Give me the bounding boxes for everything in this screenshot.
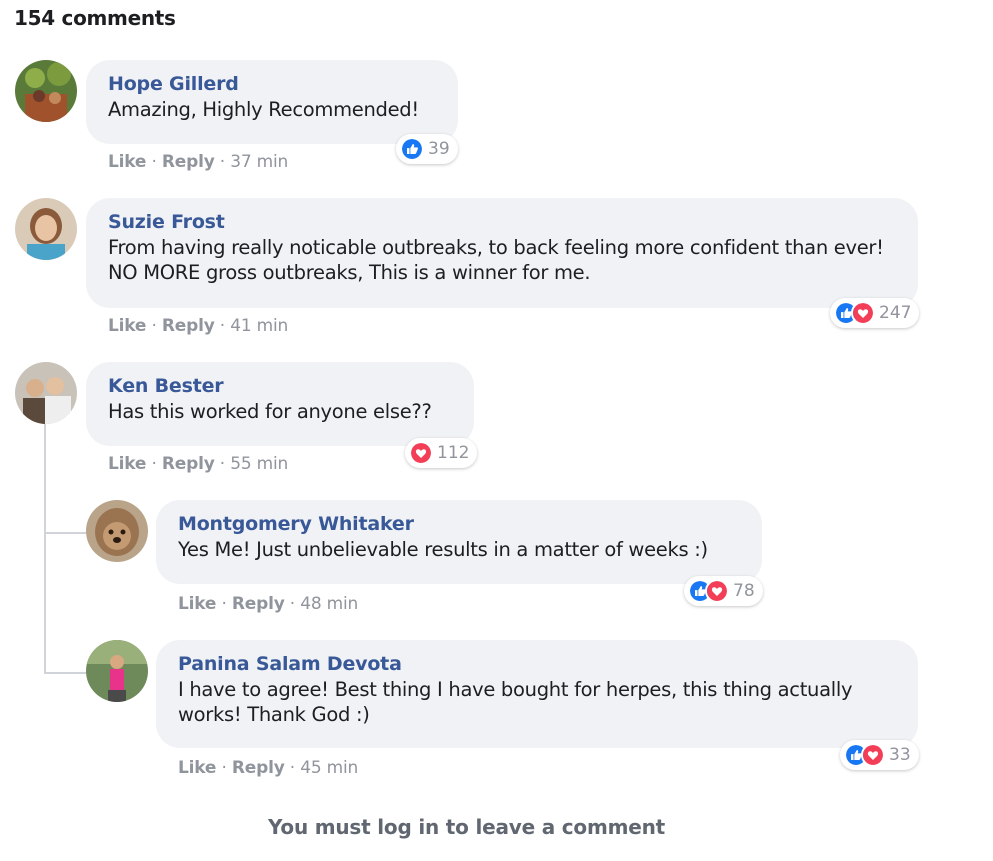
like-button[interactable]: Like xyxy=(108,454,146,474)
comment-actions: Like · Reply · 45 min xyxy=(178,758,359,778)
comment-bubble: Ken Bester Has this worked for anyone el… xyxy=(86,362,474,446)
comment-time[interactable]: 45 min xyxy=(300,758,358,778)
like-button[interactable]: Like xyxy=(108,152,146,172)
avatar[interactable] xyxy=(86,500,148,562)
like-button[interactable]: Like xyxy=(178,594,216,614)
comment-time[interactable]: 41 min xyxy=(230,316,288,336)
comment-time[interactable]: 55 min xyxy=(230,454,288,474)
comment-time[interactable]: 37 min xyxy=(230,152,288,172)
reaction-number: 78 xyxy=(733,581,755,601)
avatar[interactable] xyxy=(15,362,77,424)
reaction-number: 39 xyxy=(428,139,450,159)
reaction-count[interactable]: 33 xyxy=(840,740,919,770)
comment-actions: Like · Reply · 41 min xyxy=(108,316,289,336)
reaction-count[interactable]: 112 xyxy=(405,438,478,468)
love-icon xyxy=(851,301,875,325)
reply-button[interactable]: Reply xyxy=(162,454,215,474)
reaction-number: 112 xyxy=(437,443,470,463)
comment-count: 154 comments xyxy=(14,6,176,30)
like-button[interactable]: Like xyxy=(178,758,216,778)
comment-time[interactable]: 48 min xyxy=(300,594,358,614)
like-icon xyxy=(400,137,424,161)
comment-text: Has this worked for anyone else?? xyxy=(108,400,432,423)
comment-text: Amazing, Highly Recommended! xyxy=(108,98,419,121)
commenter-name[interactable]: Montgomery Whitaker xyxy=(178,512,740,537)
reaction-number: 247 xyxy=(879,303,912,323)
love-icon xyxy=(409,441,433,465)
avatar[interactable] xyxy=(86,640,148,702)
reaction-count[interactable]: 247 xyxy=(830,298,920,328)
comment-text: I have to agree! Best thing I have bough… xyxy=(178,678,853,726)
comment-bubble: Hope Gillerd Amazing, Highly Recommended… xyxy=(86,60,458,144)
comment-actions: Like · Reply · 55 min xyxy=(108,454,289,474)
reply-button[interactable]: Reply xyxy=(162,316,215,336)
login-prompt[interactable]: You must log in to leave a comment xyxy=(0,815,933,839)
avatar[interactable] xyxy=(15,198,77,260)
thread-branch xyxy=(44,532,86,534)
comment-text: From having really noticable outbreaks, … xyxy=(108,236,884,284)
commenter-name[interactable]: Ken Bester xyxy=(108,374,452,399)
love-icon xyxy=(705,579,729,603)
reaction-count[interactable]: 78 xyxy=(684,576,763,606)
reply-bubble: Panina Salam Devota I have to agree! Bes… xyxy=(156,640,918,748)
like-button[interactable]: Like xyxy=(108,316,146,336)
reply-button[interactable]: Reply xyxy=(232,594,285,614)
avatar[interactable] xyxy=(15,60,77,122)
reply-button[interactable]: Reply xyxy=(232,758,285,778)
comment-actions: Like · Reply · 48 min xyxy=(178,594,359,614)
thread-branch xyxy=(44,672,86,674)
reaction-count[interactable]: 39 xyxy=(396,134,458,164)
commenter-name[interactable]: Panina Salam Devota xyxy=(178,652,896,677)
comment-text: Yes Me! Just unbelievable results in a m… xyxy=(178,538,708,561)
comment-bubble: Suzie Frost From having really noticable… xyxy=(86,198,918,308)
thread-line xyxy=(44,424,46,674)
commenter-name[interactable]: Hope Gillerd xyxy=(108,72,436,97)
comment-actions: Like · Reply · 37 min xyxy=(108,152,289,172)
reply-button[interactable]: Reply xyxy=(162,152,215,172)
reply-bubble: Montgomery Whitaker Yes Me! Just unbelie… xyxy=(156,500,762,584)
love-icon xyxy=(861,743,885,767)
reaction-number: 33 xyxy=(889,745,911,765)
commenter-name[interactable]: Suzie Frost xyxy=(108,210,896,235)
